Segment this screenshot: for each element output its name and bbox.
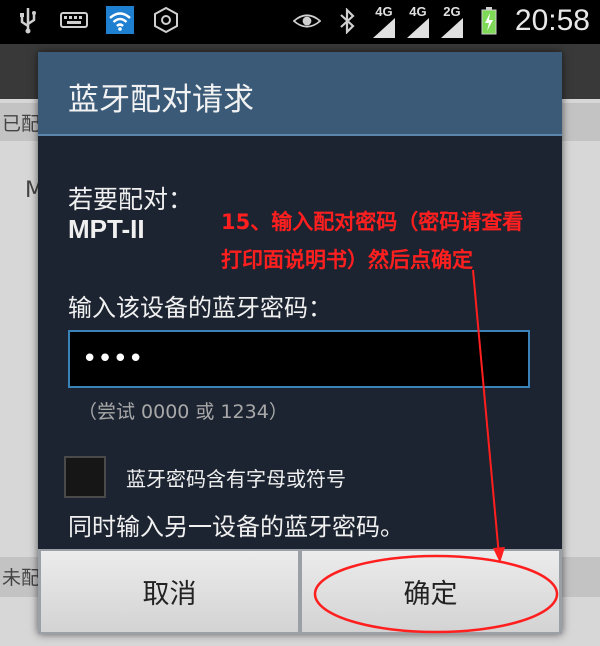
bluetooth-icon (333, 7, 361, 35)
hexagon-icon (152, 6, 180, 34)
eye-icon (292, 7, 321, 35)
section-unpaired-label: 未配 (2, 567, 41, 589)
cancel-button[interactable]: 取消 (41, 551, 298, 632)
signal-4g-2: 4G (406, 5, 429, 38)
also-enter-label: 同时输入另一设备的蓝牙密码。 (68, 513, 404, 541)
section-paired-label: 已配 (2, 113, 41, 135)
clock: 20:58 (514, 4, 590, 37)
annotation-line-1: 15、输入配对密码（密码请查看 (221, 210, 524, 234)
status-bar: 4G 4G 2G 20:58 (0, 0, 600, 44)
signal-2g: 2G (440, 5, 463, 38)
dialog-header: 蓝牙配对请求 (38, 52, 562, 134)
pin-hint: （尝试 0000 或 1234） (78, 401, 288, 423)
usb-icon (14, 6, 42, 34)
signal-icon (440, 17, 463, 38)
device-name: MPT-II (68, 214, 145, 244)
enter-pin-label: 输入该设备的蓝牙密码： (68, 294, 332, 322)
ok-button[interactable]: 确定 (302, 551, 559, 632)
signal-icon (372, 17, 395, 38)
alphanumeric-checkbox[interactable] (64, 456, 106, 498)
battery-charging-icon (475, 7, 503, 35)
pin-input[interactable]: •••• (68, 330, 530, 388)
checkbox-label[interactable]: 蓝牙密码含有字母或符号 (126, 463, 346, 492)
dialog-button-bar: 取消 确定 (38, 549, 562, 634)
wifi-icon (106, 6, 134, 34)
annotation-line-2: 打印面说明书）然后点确定 (221, 248, 473, 272)
pair-with-label: 若要配对： (68, 185, 194, 214)
bluetooth-pairing-dialog: 蓝牙配对请求 若要配对： MPT-II 输入该设备的蓝牙密码： •••• （尝试… (38, 52, 562, 634)
dialog-title: 蓝牙配对请求 (68, 82, 254, 118)
dialog-divider (38, 134, 562, 136)
signal-icon (406, 17, 429, 38)
keyboard-icon (60, 6, 88, 34)
signal-4g-1: 4G (372, 5, 395, 38)
